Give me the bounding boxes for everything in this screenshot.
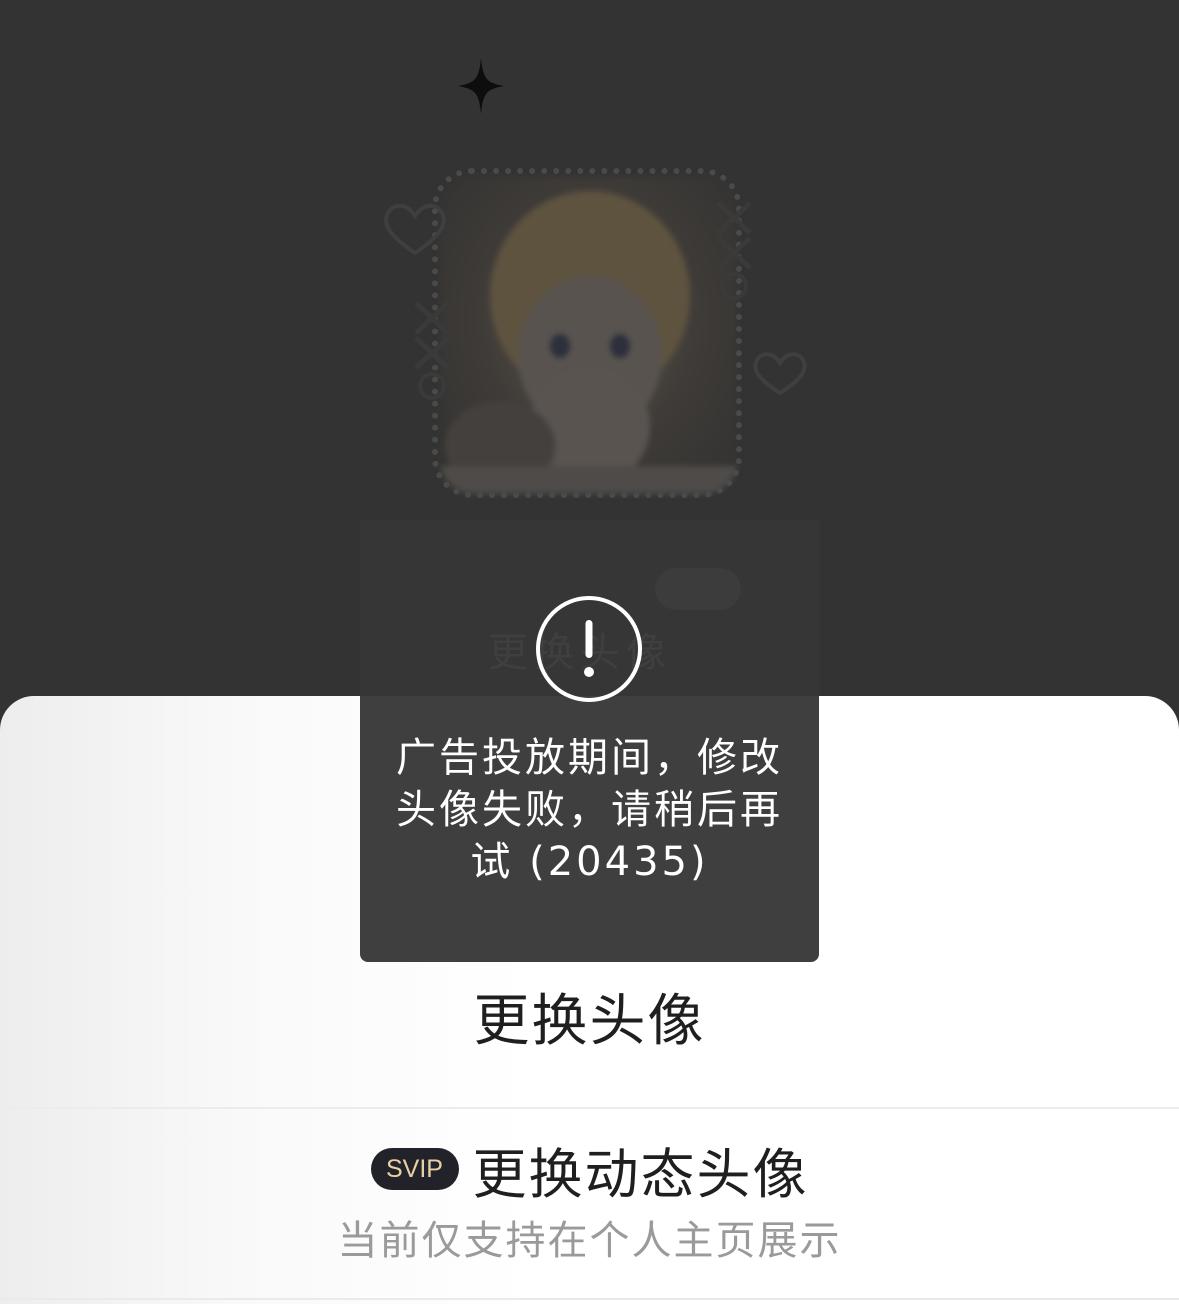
x-ribbon-icon <box>414 301 450 400</box>
change-dynamic-avatar-button[interactable]: SVIP 更换动态头像 <box>0 1134 1179 1206</box>
warning-icon <box>536 596 642 702</box>
error-toast: 广告投放期间，修改头像失败，请稍后再试 (20435) <box>360 572 819 962</box>
dynamic-avatar-note: 当前仅支持在个人主页展示 <box>337 1218 842 1264</box>
avatar-preview <box>380 158 807 508</box>
change-dynamic-avatar-label: 更换动态头像 <box>472 1142 809 1206</box>
svip-badge: SVIP <box>370 1148 459 1190</box>
toast-message: 广告投放期间，修改头像失败，请稍后再试 (20435) <box>396 735 783 885</box>
avatar-decoration-frame <box>432 168 742 498</box>
divider <box>0 1298 1179 1300</box>
sparkle-icon <box>458 58 504 114</box>
screen: 更换头像 更换头像 SVIP 更换动态头像 当前仅支持在个人主页展示 广告投放期… <box>0 0 1179 1304</box>
x-ribbon-icon <box>716 201 752 300</box>
heart-icon <box>384 203 446 256</box>
change-avatar-button[interactable]: 更换头像 <box>0 976 1179 1057</box>
divider <box>0 1107 1179 1109</box>
heart-icon <box>753 352 807 396</box>
